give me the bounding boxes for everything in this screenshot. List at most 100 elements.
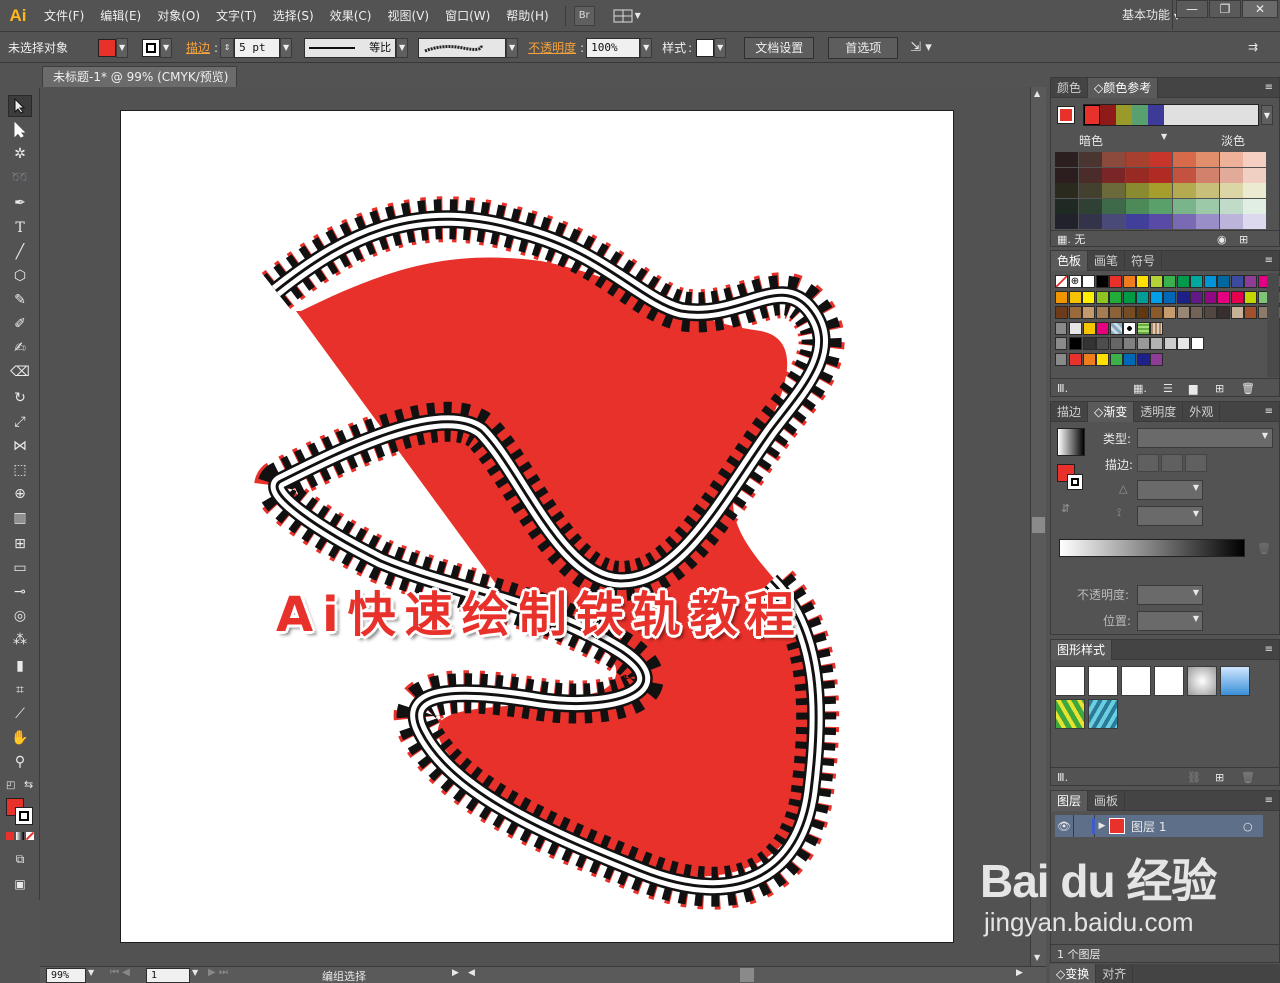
swatch[interactable] [1122,306,1136,319]
color-guide-swatch[interactable] [1219,183,1243,198]
tab-color-guide[interactable]: ◇颜色参考 [1088,77,1159,98]
color-guide-swatch[interactable] [1125,167,1149,183]
width-tool-icon[interactable]: ⋈ [8,435,32,457]
swatch[interactable] [1163,290,1176,304]
gradient-stroke-icon[interactable] [1067,474,1083,490]
color-guide-swatch[interactable] [1125,183,1149,198]
maximize-button[interactable]: ❐ [1209,0,1241,18]
color-guide-swatch[interactable] [1196,167,1219,183]
visibility-eye-icon[interactable]: 👁 [1055,820,1073,833]
tab-appearance[interactable]: 外观 [1183,401,1221,422]
color-guide-swatch[interactable] [1149,214,1172,229]
swatch[interactable] [1217,275,1230,288]
hand-tool-icon[interactable]: ✋ [8,727,32,749]
swatch[interactable] [1122,275,1136,288]
scale-tool-icon[interactable]: ⤢ [8,411,32,433]
menu-type[interactable]: 文字(T) [208,0,265,32]
canvas-area[interactable]: Ai快速绘制铁轨教程 [40,87,1030,967]
swatch[interactable] [1122,290,1136,304]
opacity-label[interactable]: 不透明度 [528,39,576,56]
preferences-button[interactable]: 首选项 [828,36,899,59]
menu-file[interactable]: 文件(F) [36,0,92,32]
stroke-swatch[interactable] [142,38,161,57]
harmony-rule-swatch[interactable] [1083,104,1259,126]
zoom-dropdown-icon[interactable]: ▼ [88,968,94,977]
scroll-up-icon[interactable]: ▲ [1034,89,1040,98]
graphic-style-swatch[interactable] [696,38,715,57]
gradient-slider[interactable] [1059,539,1245,557]
swatch[interactable] [1150,321,1163,335]
panel-menu-icon[interactable]: ≡ [1265,255,1279,266]
color-guide-swatch[interactable] [1243,167,1266,183]
color-guide-swatch[interactable] [1196,183,1219,198]
color-guide-swatch[interactable] [1102,198,1125,214]
swatch[interactable]: ⊕ [1068,275,1082,288]
shape-builder-tool-icon[interactable]: ⊕ [8,483,32,505]
swatch[interactable] [1055,306,1068,319]
scroll-right-icon[interactable]: ▶ [1016,968,1023,978]
eyedropper-tool-icon[interactable]: ⊸ [8,581,32,603]
swatch[interactable] [1068,306,1082,319]
selection-tool-icon[interactable] [8,95,32,117]
graphic-style-swatch[interactable] [1088,666,1118,696]
swatch[interactable] [1123,337,1136,350]
color-guide-swatch[interactable] [1078,167,1102,183]
gradient-type-select[interactable]: ▼ [1137,428,1273,448]
swatch[interactable] [1136,290,1149,304]
new-style-icon[interactable]: ⊞ [1215,768,1224,788]
tab-stroke[interactable]: 描边 [1051,401,1089,422]
gradient-mode-icon[interactable] [16,832,24,840]
reverse-gradient-icon[interactable]: ⇵ [1061,502,1070,515]
delete-stop-icon[interactable]: 🗑 [1257,542,1271,555]
stroke-dropdown[interactable]: ▼ [160,37,173,58]
new-swatch-icon[interactable]: ⊞ [1215,379,1224,399]
color-guide-swatch[interactable] [1196,152,1219,167]
document-setup-button[interactable]: 文档设置 [744,36,815,59]
swatch[interactable] [1190,275,1203,288]
swatch[interactable] [1123,321,1136,335]
graphic-style-swatch[interactable] [1121,666,1151,696]
save-group-icon[interactable]: ⊞ [1239,231,1248,249]
swatch[interactable] [1055,290,1068,304]
artboard-number-input[interactable]: 1 [146,968,190,983]
gradient-tool-icon[interactable]: ▭ [8,557,32,579]
color-guide-swatch[interactable] [1102,183,1125,198]
swatch[interactable] [1109,290,1122,304]
swatch[interactable] [1244,306,1257,319]
swatch[interactable] [1230,306,1244,319]
blob-brush-tool-icon[interactable]: ✍ [8,337,32,359]
swatch[interactable] [1244,275,1257,288]
menu-view[interactable]: 视图(V) [379,0,437,32]
delete-swatch-icon[interactable]: 🗑 [1241,379,1255,399]
swatch[interactable] [1136,306,1149,319]
paintbrush-tool-icon[interactable]: ✎ [8,289,32,311]
swatch[interactable] [1123,352,1136,366]
color-guide-swatch[interactable] [1125,152,1149,167]
lock-toggle[interactable] [1073,815,1095,837]
graphic-style-swatch[interactable] [1055,666,1085,696]
swatch[interactable] [1096,337,1109,350]
swatch[interactable] [1069,352,1082,366]
rotate-tool-icon[interactable]: ↻ [8,387,32,409]
swatch[interactable] [1136,275,1149,288]
stroke-gradient-mode-buttons[interactable] [1137,454,1207,472]
draw-mode-icon[interactable]: ⧉ [8,848,32,870]
color-guide-swatch[interactable] [1078,152,1102,167]
perspective-grid-tool-icon[interactable]: ▥ [8,507,32,529]
screen-mode-icon[interactable]: ▣ [8,873,32,895]
color-guide-swatch[interactable] [1102,214,1125,229]
layer-name[interactable]: 图层 1 [1131,818,1166,835]
swatch[interactable] [1055,275,1068,288]
swatch[interactable] [1203,275,1217,288]
swatch[interactable] [1190,290,1203,304]
tab-transparency[interactable]: 透明度 [1134,401,1184,422]
horizontal-scroll-thumb[interactable] [740,968,754,982]
pen-tool-icon[interactable]: ✒ [8,192,32,214]
opacity-dropdown[interactable]: ▼ [640,37,653,58]
minimize-button[interactable]: — [1176,0,1208,18]
graphic-style-swatch[interactable] [1055,699,1085,729]
document-tab[interactable]: 未标题-1* @ 99% (CMYK/预览) ✕ [42,66,237,104]
harmony-dropdown[interactable]: ▼ [1261,105,1273,125]
stroke-gradient-within-icon[interactable] [1137,454,1159,472]
color-guide-swatch[interactable] [1172,214,1196,229]
